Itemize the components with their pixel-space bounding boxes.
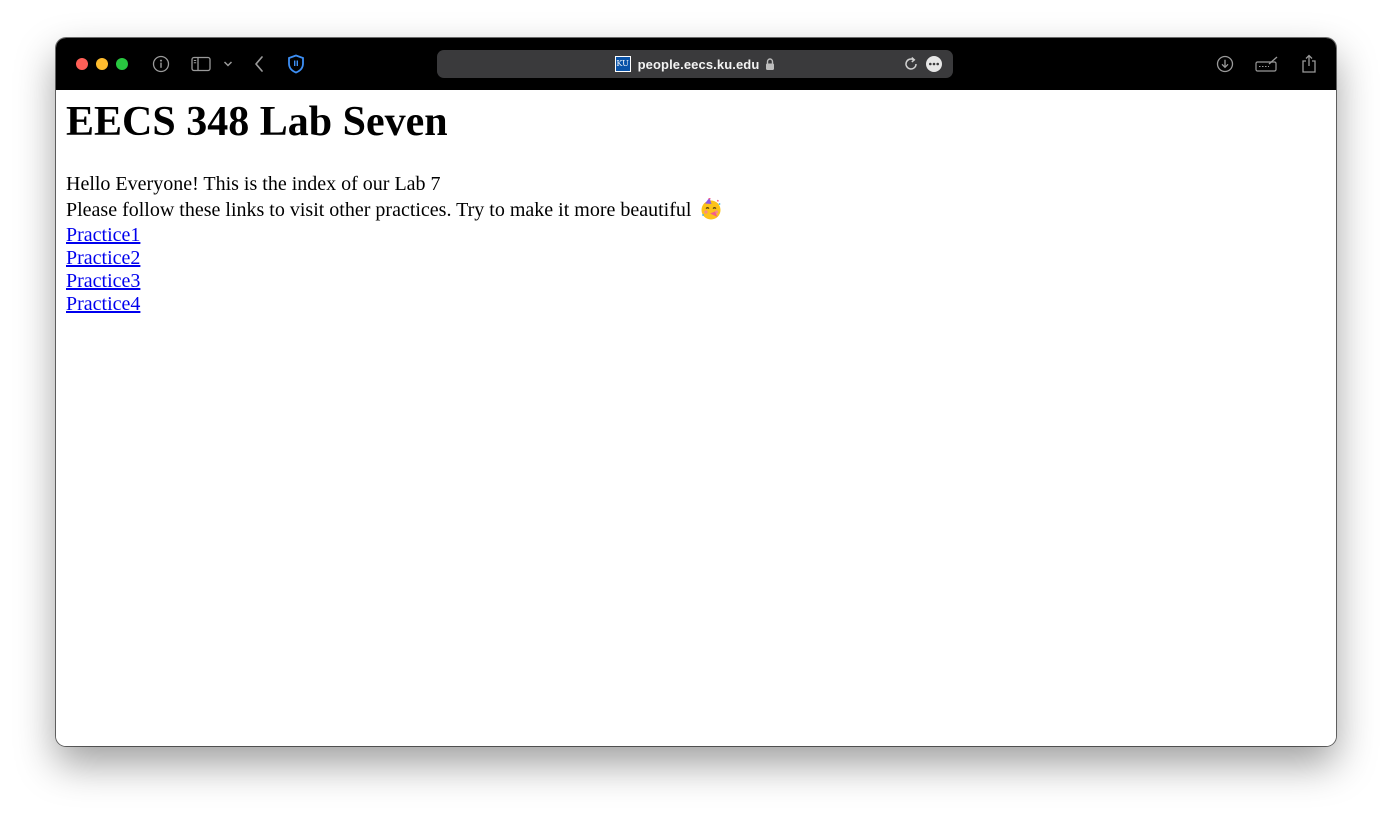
sidebar-icon[interactable]: [191, 54, 211, 74]
download-icon[interactable]: [1215, 54, 1235, 74]
address-bar[interactable]: KU people.eecs.ku.edu: [437, 50, 953, 78]
close-window-button[interactable]: [76, 58, 88, 70]
browser-window: KU people.eecs.ku.edu EECS 348 Lab Seven…: [56, 38, 1336, 746]
link-practice3[interactable]: Practice3: [66, 270, 140, 293]
link-practice1[interactable]: Practice1: [66, 224, 140, 247]
instruction-text: Please follow these links to visit other…: [66, 199, 692, 221]
link-practice4[interactable]: Practice4: [66, 293, 140, 316]
page-content: EECS 348 Lab Seven Hello Everyone! This …: [56, 90, 1336, 746]
markup-icon[interactable]: [1255, 54, 1279, 74]
browser-toolbar: KU people.eecs.ku.edu: [56, 38, 1336, 90]
page-title: EECS 348 Lab Seven: [66, 99, 448, 145]
lock-icon: [765, 57, 775, 71]
more-icon[interactable]: [925, 55, 943, 73]
chevron-down-icon[interactable]: [220, 54, 236, 74]
url-text[interactable]: people.eecs.ku.edu: [638, 57, 760, 72]
instruction-line: Please follow these links to visit other…: [66, 198, 722, 222]
link-practice2[interactable]: Practice2: [66, 247, 140, 270]
shield-icon[interactable]: [286, 54, 306, 74]
share-icon[interactable]: [1299, 54, 1319, 74]
minimize-window-button[interactable]: [96, 58, 108, 70]
site-favicon: KU: [614, 56, 631, 72]
reload-icon[interactable]: [902, 55, 920, 73]
info-icon[interactable]: [151, 54, 171, 74]
party-face-emoji: [701, 198, 721, 220]
zoom-window-button[interactable]: [116, 58, 128, 70]
back-icon[interactable]: [249, 54, 269, 74]
practice-links: Practice1 Practice2 Practice3 Practice4: [66, 224, 140, 316]
greeting-text: Hello Everyone! This is the index of our…: [66, 173, 441, 195]
